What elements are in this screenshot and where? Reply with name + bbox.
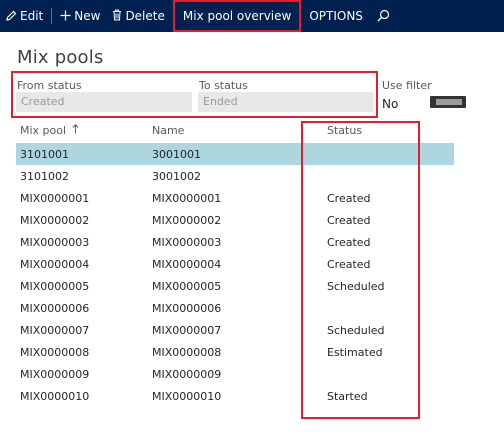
- mix-pool-cell: MIX0000006: [20, 302, 90, 315]
- name-cell: MIX0000001: [152, 192, 222, 205]
- name-cell: MIX0000002: [152, 214, 222, 227]
- mix-pool-cell: MIX0000001: [20, 192, 90, 205]
- options-label: OPTIONS: [309, 9, 363, 23]
- table-row[interactable]: MIX0000010 MIX0000010 Started: [16, 385, 454, 407]
- action-pane: Edit New Delete Mix pool overview OPTION…: [0, 0, 504, 32]
- name-cell: 3001002: [152, 170, 201, 183]
- mix-pool-cell: 3101002: [20, 170, 69, 183]
- status-cell: Estimated: [327, 346, 383, 359]
- mix-pool-cell: MIX0000007: [20, 324, 90, 337]
- search-button[interactable]: [369, 0, 401, 32]
- name-cell: 3001001: [152, 148, 201, 161]
- name-cell: MIX0000010: [152, 390, 222, 403]
- mix-pool-cell: MIX0000009: [20, 368, 90, 381]
- mix-pool-cell: MIX0000005: [20, 280, 90, 293]
- mix-pool-overview-button[interactable]: Mix pool overview: [172, 0, 302, 32]
- status-cell: Started: [327, 390, 368, 403]
- column-header-status[interactable]: Status: [327, 124, 362, 137]
- edit-label: Edit: [20, 9, 44, 23]
- name-cell: MIX0000007: [152, 324, 222, 337]
- page-title: Mix pools: [17, 47, 104, 68]
- column-header-name[interactable]: Name: [152, 124, 184, 137]
- table-row[interactable]: MIX0000006 MIX0000006: [16, 297, 454, 319]
- name-cell: MIX0000003: [152, 236, 222, 249]
- status-cell: Created: [327, 236, 371, 249]
- table-row[interactable]: MIX0000005 MIX0000005 Scheduled: [16, 275, 454, 297]
- mix-pool-grid: 3101001 3001001 3101002 3001002 MIX00000…: [16, 143, 454, 407]
- to-status-field[interactable]: Ended: [198, 92, 374, 112]
- table-row[interactable]: MIX0000004 MIX0000004 Created: [16, 253, 454, 275]
- status-cell: Created: [327, 192, 371, 205]
- mix-pool-cell: MIX0000003: [20, 236, 90, 249]
- to-status-label: To status: [199, 79, 248, 92]
- use-filter-toggle[interactable]: [430, 96, 466, 108]
- status-cell: Scheduled: [327, 324, 385, 337]
- status-cell: Created: [327, 214, 371, 227]
- pencil-icon: [6, 10, 17, 23]
- from-status-field[interactable]: Created: [16, 92, 192, 112]
- mix-pool-cell: MIX0000004: [20, 258, 90, 271]
- table-row[interactable]: MIX0000002 MIX0000002 Created: [16, 209, 454, 231]
- toolbar-divider: [51, 8, 53, 24]
- name-cell: MIX0000006: [152, 302, 222, 315]
- table-row[interactable]: MIX0000003 MIX0000003 Created: [16, 231, 454, 253]
- name-cell: MIX0000004: [152, 258, 222, 271]
- name-cell: MIX0000009: [152, 368, 222, 381]
- table-row[interactable]: MIX0000008 MIX0000008 Estimated: [16, 341, 454, 363]
- status-cell: Scheduled: [327, 280, 385, 293]
- column-header-mix-pool[interactable]: Mix pool: [20, 124, 79, 137]
- new-label: New: [74, 9, 101, 23]
- toggle-knob: [436, 99, 462, 105]
- table-row[interactable]: 3101001 3001001: [16, 143, 454, 165]
- mix-pool-cell: MIX0000010: [20, 390, 90, 403]
- search-icon: [377, 9, 390, 24]
- from-status-label: From status: [17, 79, 82, 92]
- new-button[interactable]: New: [54, 0, 106, 32]
- options-tab[interactable]: OPTIONS: [303, 0, 369, 32]
- edit-button[interactable]: Edit: [0, 0, 49, 32]
- delete-button[interactable]: Delete: [106, 0, 170, 32]
- plus-icon: [60, 10, 71, 23]
- table-row[interactable]: MIX0000001 MIX0000001 Created: [16, 187, 454, 209]
- mix-pool-cell: 3101001: [20, 148, 69, 161]
- name-cell: MIX0000005: [152, 280, 222, 293]
- delete-label: Delete: [125, 9, 165, 23]
- use-filter-label: Use filter: [382, 79, 432, 92]
- table-row[interactable]: MIX0000007 MIX0000007 Scheduled: [16, 319, 454, 341]
- status-cell: Created: [327, 258, 371, 271]
- sort-ascending-icon: [72, 124, 79, 137]
- trash-icon: [112, 9, 122, 23]
- table-row[interactable]: 3101002 3001002: [16, 165, 454, 187]
- name-cell: MIX0000008: [152, 346, 222, 359]
- mix-pool-cell: MIX0000008: [20, 346, 90, 359]
- mix-pool-cell: MIX0000002: [20, 214, 90, 227]
- mix-pool-overview-label: Mix pool overview: [182, 9, 292, 23]
- table-row[interactable]: MIX0000009 MIX0000009: [16, 363, 454, 385]
- use-filter-value: No: [382, 97, 399, 111]
- column-header-mix-pool-label: Mix pool: [20, 124, 67, 137]
